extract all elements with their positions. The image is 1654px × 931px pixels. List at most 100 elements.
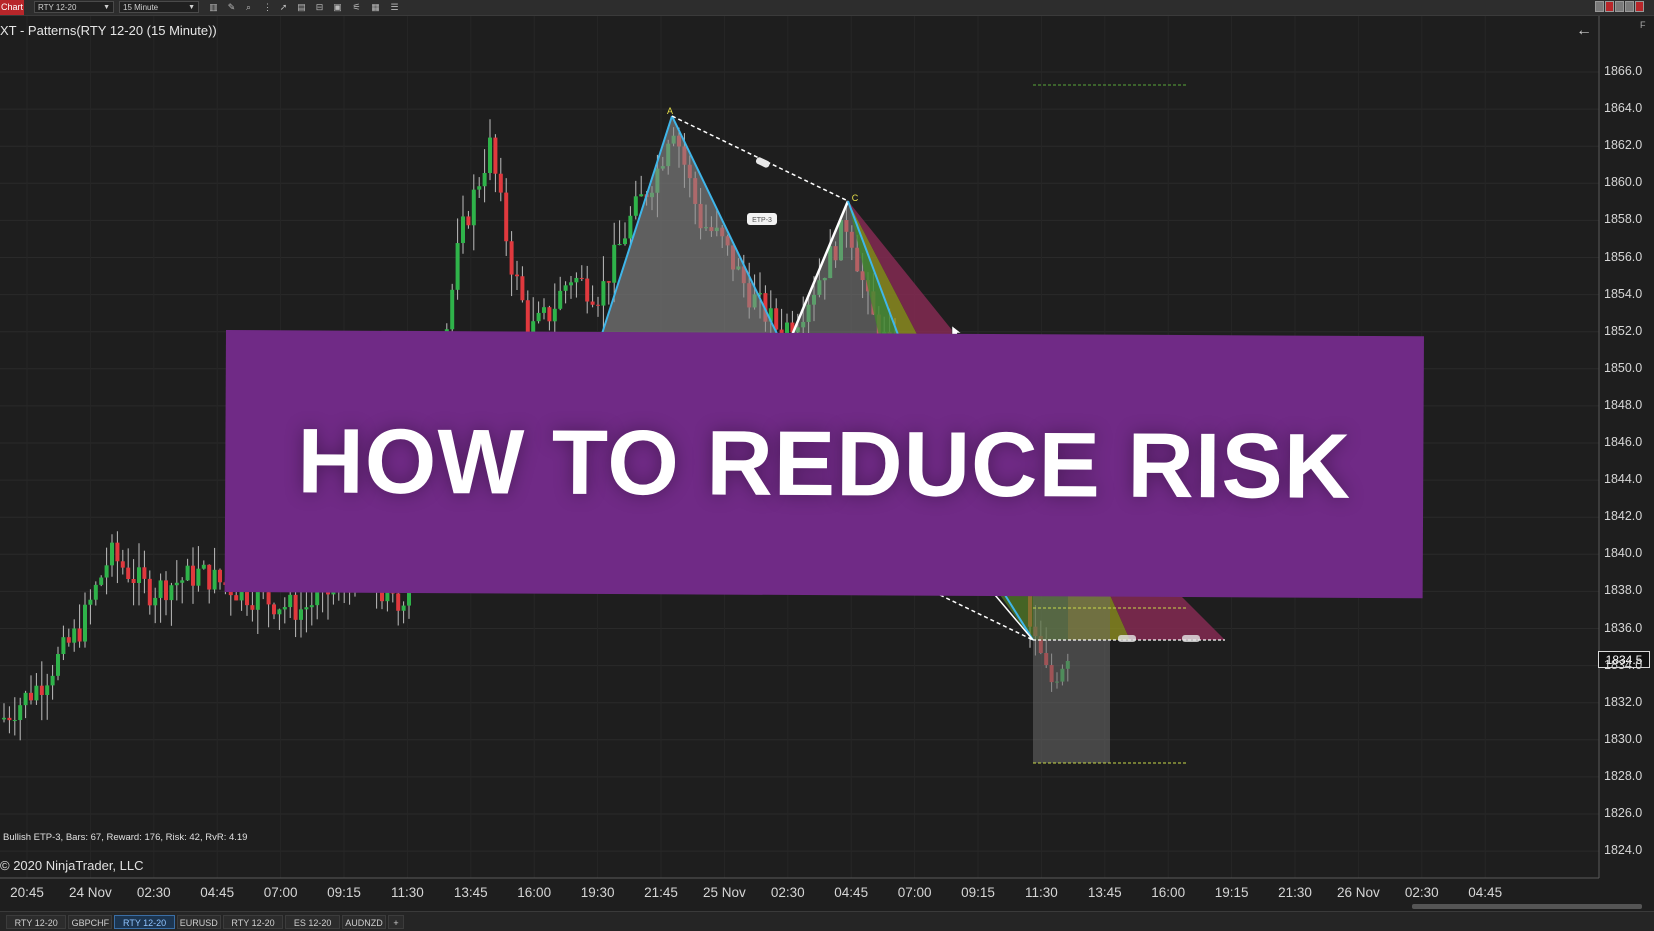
candle-body [191,565,195,586]
candle-body [88,599,93,605]
instrument-tab[interactable]: EURUSD [176,915,221,929]
candle-body [120,561,125,568]
templates-icon[interactable]: ⊟ [314,2,325,13]
time-tick-label: 26 Nov [1337,885,1380,900]
candle-body [396,593,401,611]
chart-menu-tab[interactable]: Chart [0,0,24,15]
fan-tag-2 [1182,635,1200,642]
chart-toolbar: Chart RTY 12-20 ▼ 15 Minute ▼ ▥ ✎ ⌕ ⋮ ➚ … [0,0,1654,16]
instrument-tab[interactable]: RTY 12-20 [6,915,67,929]
price-tick-label: 1850.0 [1604,360,1643,375]
candle-body [83,604,87,642]
candle-body [272,604,276,615]
time-tick-label: 09:15 [961,885,995,900]
candle-body [498,173,503,193]
price-tick-label: 1866.0 [1604,64,1643,78]
candle-body [482,173,487,187]
candle-body [380,591,384,602]
close-button[interactable] [1635,1,1644,12]
candle-body [255,589,260,610]
instrument-tab-bar: RTY 12-20 GBPCHF RTY 12-20 EURUSD RTY 12-20 E… [0,911,1654,931]
point-a-label: A [667,106,673,116]
time-tick-label: 21:30 [1278,885,1312,900]
time-tick-label: 24 Nov [69,885,112,900]
etp-label-text: ETP-3 [752,217,772,224]
candle-body [633,196,638,216]
candle-body [293,594,298,620]
panel-corner-label: F [1640,20,1646,30]
candle-body [39,685,44,695]
candle-body [606,281,611,283]
price-tick-label: 1842.0 [1604,509,1643,524]
pattern-fill-ab [600,116,780,340]
candle-body [110,542,114,566]
candle-body [29,692,33,701]
price-tick-label: 1832.0 [1604,694,1643,709]
candle-body [147,578,152,606]
price-tick-label: 1858.0 [1604,212,1643,227]
time-tick-label: 09:15 [327,885,361,900]
interval-selector[interactable]: 15 Minute ▼ [119,1,199,13]
price-tick-label: 1856.0 [1604,249,1643,264]
candle-body [466,216,471,226]
properties-icon[interactable]: ▣ [332,2,343,13]
fan-tag-1 [1118,635,1136,642]
time-tick-label: 25 Nov [703,885,746,900]
chevron-down-icon: ▼ [103,4,110,11]
candle-body [461,216,465,244]
instrument-tab[interactable]: GBPCHF [68,915,113,929]
price-tick-label: 1844.0 [1604,472,1643,487]
candle-body [50,675,55,686]
maximize-button[interactable] [1615,1,1624,12]
instrument-tab[interactable]: RTY 12-20 [222,915,284,929]
candle-body [525,300,530,335]
time-tick-label: 02:30 [136,885,171,900]
strategies-icon[interactable]: ⚟ [351,2,362,13]
separator-icon: ⋮ [263,2,272,12]
zoom-icon[interactable]: ⌕ [243,2,254,13]
back-arrow-icon[interactable]: ← [1576,22,1592,40]
indicators-icon[interactable]: ▦ [370,2,381,13]
candle-body [299,609,303,620]
candle-body [196,568,201,586]
draw-tool-icon[interactable]: ✎ [226,2,237,13]
candle-body [515,274,519,277]
candle-body [23,692,28,706]
candle-body [277,609,282,615]
price-tick-label: 1846.0 [1604,435,1643,449]
candle-body [558,290,563,309]
time-tick-label: 21:45 [644,885,678,900]
time-tick-label: 04:45 [834,885,869,900]
tile-button[interactable] [1625,1,1634,12]
minimize-button[interactable] [1595,1,1604,12]
candle-body [61,637,66,655]
candle-body [131,578,136,584]
data-box-icon[interactable]: ▤ [296,2,307,13]
risk-box [1033,640,1110,763]
title-banner: HOW TO REDUCE RISK [224,330,1424,599]
candle-body [563,285,568,291]
candle-body [207,564,212,590]
bar-type-icon[interactable]: ▥ [208,2,219,13]
time-tick-label: 07:00 [897,885,932,900]
add-tab-button[interactable]: + [388,915,404,929]
arrow-pointer-icon[interactable]: ➚ [278,2,289,13]
chart-scrollbar[interactable] [1412,904,1642,909]
instrument-selector[interactable]: RTY 12-20 ▼ [34,1,114,13]
instrument-tab[interactable]: AUDNZD [342,915,386,929]
time-tick-label: 04:45 [200,885,235,900]
banner-text: HOW TO REDUCE RISK [297,410,1352,518]
candle-body [77,628,82,642]
instrument-tab[interactable]: ES 12-20 [285,915,340,929]
candle-body [212,569,217,590]
candle-body [639,194,644,197]
candle-body [56,654,60,676]
candle-body [126,567,131,579]
list-icon[interactable]: ☰ [389,2,400,13]
time-tick-label: 19:30 [580,885,615,900]
candle-body [142,567,147,579]
restore-button[interactable] [1605,1,1614,12]
time-tick-label: 04:45 [1468,885,1503,900]
instrument-tab[interactable]: RTY 12-20 [114,915,175,929]
candle-body [574,277,579,283]
